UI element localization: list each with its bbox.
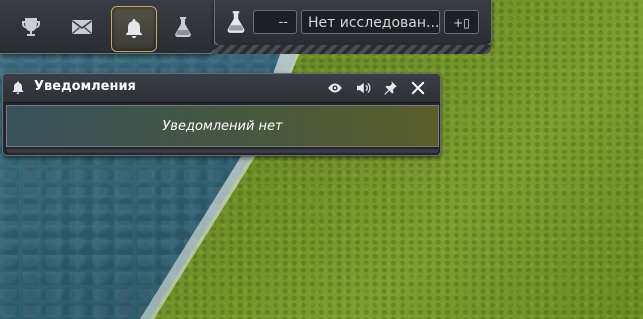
research-bar-stripe bbox=[214, 45, 491, 54]
speaker-icon bbox=[357, 82, 371, 94]
close-button[interactable] bbox=[409, 79, 427, 97]
bell-icon bbox=[126, 19, 142, 39]
research-topic-field[interactable]: Нет исследован... bbox=[301, 10, 440, 34]
research-timer: -- bbox=[253, 10, 297, 34]
main-toolbar bbox=[0, 0, 215, 54]
research-button[interactable] bbox=[163, 7, 203, 47]
flask-icon bbox=[175, 17, 191, 37]
panel-footer bbox=[6, 149, 439, 153]
achievements-button[interactable] bbox=[11, 7, 51, 47]
messages-button[interactable] bbox=[62, 7, 102, 47]
eye-icon bbox=[328, 83, 342, 93]
close-icon bbox=[411, 81, 425, 95]
pin-button[interactable] bbox=[381, 79, 399, 97]
notifications-header[interactable]: Уведомления bbox=[3, 74, 440, 103]
notifications-panel: Уведомления Уведомлений нет bbox=[2, 73, 441, 156]
panel-title: Уведомления bbox=[34, 79, 136, 94]
empty-state-text: Уведомлений нет bbox=[162, 118, 283, 134]
envelope-icon bbox=[72, 20, 92, 34]
research-bar: -- Нет исследован... +▯ bbox=[214, 0, 492, 46]
toggle-visibility-button[interactable] bbox=[326, 79, 344, 97]
bell-icon bbox=[12, 81, 24, 95]
sound-toggle-button[interactable] bbox=[354, 79, 372, 97]
pin-icon bbox=[384, 81, 397, 95]
notifications-button[interactable] bbox=[111, 6, 157, 52]
research-add-button[interactable]: +▯ bbox=[444, 10, 479, 34]
notifications-list: Уведомлений нет bbox=[6, 105, 439, 147]
flask-icon bbox=[227, 11, 245, 33]
trophy-icon bbox=[22, 18, 40, 36]
